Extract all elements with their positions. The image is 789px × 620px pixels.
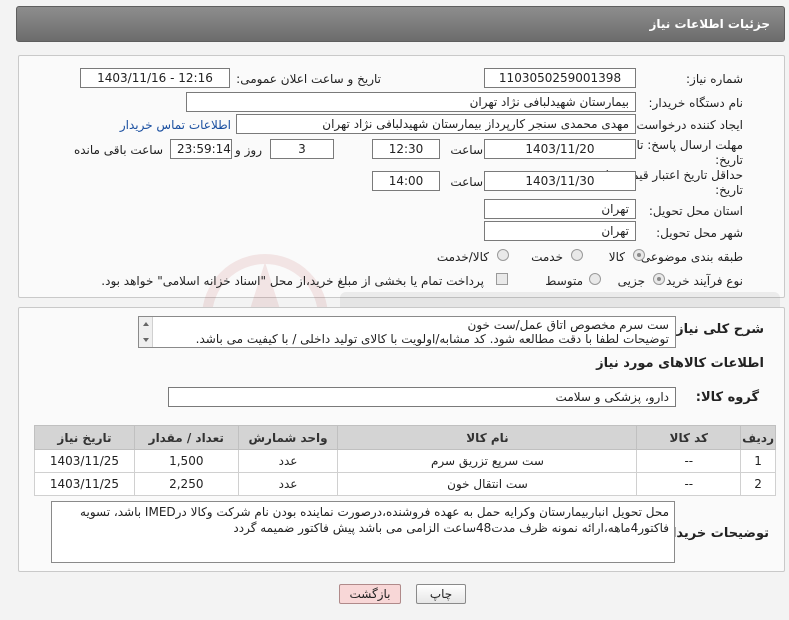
row-quantity: 1,500 (133, 449, 239, 473)
process-minor-radio[interactable] (653, 273, 665, 285)
row-name: ست سرپع تزریق سرم (337, 449, 638, 473)
row-index: 1 (740, 449, 776, 473)
announce-datetime-label: تاریخ و ساعت اعلان عمومی: (236, 72, 381, 86)
row-need-date: 1403/11/25 (34, 472, 135, 496)
col-quantity: تعداد / مقدار (133, 425, 239, 450)
goods-group-field: دارو، پزشکی و سلامت (168, 387, 676, 407)
row-code: -- (636, 472, 742, 496)
reply-date-field: 1403/11/20 (484, 139, 636, 159)
remaining-days-field: 3 (270, 139, 334, 159)
page-title: جزئیات اطلاعات نیاز (649, 17, 770, 31)
remaining-time-field: 23:59:14 (170, 139, 232, 159)
category-goods-radio[interactable] (633, 249, 645, 261)
buyer-contact-link[interactable]: اطلاعات تماس خریدار (120, 118, 231, 132)
row-need-date: 1403/11/25 (34, 449, 135, 473)
buyer-org-label: نام دستگاه خریدار: (648, 96, 744, 110)
category-label: طبقه بندی موضوعی: (636, 250, 743, 264)
col-unit: واحد شمارش (237, 425, 339, 450)
page-header: جزئیات اطلاعات نیاز (16, 6, 785, 42)
days-label: روز و (235, 143, 262, 157)
description-scrollbar[interactable] (139, 317, 153, 347)
need-number-field: 1103050259001398 (484, 68, 636, 88)
process-type-label: نوع فرآیند خرید : (658, 274, 743, 288)
city-field: تهران (484, 221, 636, 241)
validity-date-field: 1403/11/30 (484, 171, 636, 191)
treasury-payment-checkbox[interactable] (496, 273, 508, 285)
process-medium-radio[interactable] (589, 273, 601, 285)
row-index: 2 (740, 472, 776, 496)
treasury-payment-note: پرداخت تمام یا بخشی از مبلغ خرید،از محل … (101, 274, 484, 288)
reply-time-field: 12:30 (372, 139, 440, 159)
category-goods-service-radio[interactable] (497, 249, 509, 261)
description-textarea[interactable]: ست سرم مخصوص اتاق عمل/ست خون توضیحات لطف… (138, 316, 676, 348)
description-label: شرح کلی نیاز: (670, 322, 764, 337)
col-code: کد کالا (636, 425, 742, 450)
scroll-arrows-icon (143, 322, 149, 342)
goods-group-label: گروه کالا: (695, 390, 759, 405)
goods-table: ردیف کد کالا نام کالا واحد شمارش تعداد /… (34, 425, 776, 496)
buyer-notes-label: توضیحات خریدار: (659, 526, 769, 541)
city-label: شهر محل تحویل: (656, 226, 743, 240)
validity-time-label: ساعت (450, 175, 483, 189)
reply-time-label: ساعت (450, 143, 483, 157)
province-label: استان محل تحویل: (648, 204, 743, 218)
col-row: ردیف (740, 425, 776, 450)
table-row[interactable]: 1 -- ست سرپع تزریق سرم عدد 1,500 1403/11… (34, 449, 776, 473)
reply-deadline-label-2: تاریخ: (715, 153, 743, 167)
price-validity-label-2: تاریخ: (715, 183, 743, 197)
validity-time-field: 14:00 (372, 171, 440, 191)
print-button[interactable]: چاپ (416, 584, 466, 604)
description-line-1: ست سرم مخصوص اتاق عمل/ست خون (467, 318, 669, 332)
reply-deadline-label: مهلت ارسال پاسخ: تا (636, 138, 743, 152)
goods-table-header: ردیف کد کالا نام کالا واحد شمارش تعداد /… (34, 425, 776, 450)
row-quantity: 2,250 (133, 472, 239, 496)
remaining-time-label: ساعت باقی مانده (73, 143, 163, 157)
category-service-radio[interactable] (571, 249, 583, 261)
requester-field: مهدی محمدی سنجر کارپرداز بیمارستان شهیدل… (236, 114, 636, 134)
row-unit: عدد (237, 449, 339, 473)
category-service-label: خدمت (531, 250, 563, 264)
buyer-org-field: بیمارستان شهیدلبافی نژاد تهران (186, 92, 636, 112)
row-unit: عدد (237, 472, 339, 496)
requester-label: ایجاد کننده درخواست: (632, 118, 743, 132)
need-number-label: شماره نیاز: (686, 72, 743, 86)
table-row[interactable]: 2 -- ست انتقال خون عدد 2,250 1403/11/25 (34, 472, 776, 496)
row-name: ست انتقال خون (337, 472, 638, 496)
col-need-date: تاریخ نیاز (34, 425, 135, 450)
description-line-2: توضیحات لطفا با دقت مطالعه شود. کد مشابه… (195, 332, 669, 346)
process-medium-label: متوسط (545, 274, 583, 288)
buyer-notes-textarea[interactable]: محل تحویل انباربیمارستان وکرایه حمل به ع… (51, 501, 675, 563)
goods-section-title: اطلاعات کالاهای مورد نیاز (596, 356, 764, 371)
back-button[interactable]: بازگشت (339, 584, 401, 604)
process-minor-label: جزیی (617, 274, 645, 288)
category-goods-label: کالا (608, 250, 625, 264)
category-goods-service-label: کالا/خدمت (436, 250, 489, 264)
row-code: -- (636, 449, 742, 473)
announce-datetime-field: 1403/11/16 - 12:16 (80, 68, 230, 88)
province-field: تهران (484, 199, 636, 219)
col-name: نام کالا (337, 425, 638, 450)
